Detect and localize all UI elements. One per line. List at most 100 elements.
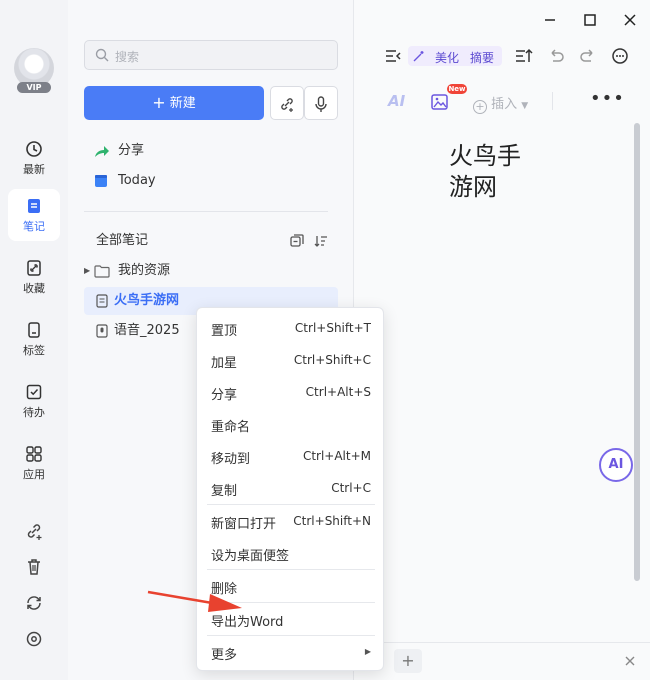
menu-item-pin[interactable]: 置顶 Ctrl+Shift+T [197, 312, 385, 344]
menu-item-shortcut: Ctrl+Shift+N [293, 514, 371, 528]
nav-rail: VIP 最新 笔记 收藏 标签 待办 应用 [0, 0, 68, 680]
menu-item-shortcut: Ctrl+Alt+S [305, 385, 371, 399]
menu-item-label: 置顶 [211, 324, 238, 339]
nav-favorites[interactable]: 收藏 [8, 251, 60, 303]
link-plus-icon[interactable] [23, 520, 45, 542]
close-icon[interactable] [621, 11, 639, 29]
nav-tags[interactable]: 标签 [8, 313, 60, 365]
plus-icon: + [152, 93, 166, 112]
sync-icon[interactable] [23, 592, 45, 614]
search-placeholder: 搜索 [115, 50, 140, 64]
magic-wand-icon [413, 51, 424, 62]
more-circle-icon[interactable] [611, 46, 629, 66]
nav-todo[interactable]: 待办 [8, 375, 60, 427]
menu-item-open-new-window[interactable]: 新窗口打开 Ctrl+Shift+N [197, 505, 385, 537]
clock-icon [26, 141, 42, 157]
checkbox-icon [26, 384, 42, 400]
menu-item-copy[interactable]: 复制 Ctrl+C [197, 472, 385, 504]
ai-assistant-button[interactable]: AI [599, 448, 633, 482]
menu-item-shortcut: Ctrl+Alt+M [302, 449, 371, 463]
trash-icon[interactable] [23, 556, 45, 578]
tag-icon [28, 322, 40, 338]
tree-item-resources[interactable]: ▶ 我的资源 [84, 257, 338, 285]
share-arrow-icon [95, 146, 109, 157]
doc-icon [96, 294, 108, 308]
sort-text-icon[interactable] [514, 46, 534, 66]
nav-label: 笔记 [23, 220, 45, 233]
calendar-note-icon [95, 175, 107, 187]
more-dots-icon[interactable]: ••• [590, 88, 625, 109]
beautify-label[interactable]: 美化 [435, 49, 459, 66]
context-menu: 置顶 Ctrl+Shift+T 加星 Ctrl+Shift+C 分享 Ctrl+Alt… [196, 307, 384, 671]
menu-item-shortcut: Ctrl+C [331, 481, 371, 495]
new-button-label: 新建 [169, 96, 196, 111]
sort-icon[interactable] [314, 234, 328, 248]
menu-item-label: 更多 [211, 648, 238, 663]
tree-item-label: 语音_2025 [114, 323, 180, 338]
settings-icon[interactable] [23, 628, 45, 650]
editor-scrollbar[interactable] [634, 123, 640, 581]
menu-item-label: 重命名 [211, 420, 251, 435]
menu-item-more[interactable]: 更多 ▶ [197, 636, 385, 668]
add-tab-button[interactable]: + [394, 649, 422, 673]
apps-icon [26, 446, 42, 462]
summary-label[interactable]: 摘要 [470, 49, 494, 66]
nav-label: 标签 [23, 344, 45, 357]
nav-apps[interactable]: 应用 [8, 437, 60, 489]
redo-icon[interactable] [579, 46, 597, 66]
collapse-all-icon[interactable] [290, 234, 304, 248]
image-ai-icon[interactable] [430, 92, 450, 112]
nav-notes[interactable]: 笔记 [8, 189, 60, 241]
new-note-button[interactable]: + 新建 [84, 86, 264, 120]
chevron-down-icon: ▼ [521, 101, 529, 111]
menu-item-label: 分享 [211, 388, 238, 403]
nav-label: 待办 [23, 406, 45, 419]
voice-doc-icon [96, 324, 108, 338]
shortcut-today[interactable]: Today [84, 167, 338, 195]
menu-item-move[interactable]: 移动到 Ctrl+Alt+M [197, 440, 385, 472]
tree-item-label: 我的资源 [118, 263, 171, 278]
menu-item-shortcut: Ctrl+Shift+T [294, 321, 371, 335]
voice-note-button[interactable] [304, 86, 338, 120]
add-link-button[interactable] [270, 86, 304, 120]
link-plus-icon [281, 98, 293, 112]
insert-button[interactable]: + 插入 ▼ [473, 93, 529, 114]
menu-item-label: 设为桌面便签 [211, 549, 290, 564]
divider [84, 211, 328, 212]
minimize-icon[interactable] [541, 11, 559, 29]
undo-icon[interactable] [547, 46, 565, 66]
insert-label: 插入 [491, 97, 518, 112]
title-line: 游网 [449, 173, 497, 201]
nav-label: 应用 [23, 468, 45, 481]
link-icon [27, 260, 41, 276]
menu-item-star[interactable]: 加星 Ctrl+Shift+C [197, 344, 385, 376]
menu-item-label: 新窗口打开 [211, 517, 277, 532]
annotation-arrow-icon [147, 590, 242, 612]
menu-item-desktop-sticky[interactable]: 设为桌面便签 [197, 537, 385, 569]
search-icon [95, 48, 109, 62]
note-icon [28, 199, 40, 213]
vip-badge: VIP [17, 82, 51, 93]
close-bar-icon[interactable] [623, 654, 637, 668]
microphone-icon [315, 96, 327, 112]
beautify-summary-group[interactable]: 美化 摘要 [408, 46, 502, 66]
menu-item-rename[interactable]: 重命名 [197, 408, 385, 440]
menu-item-label: 加星 [211, 356, 238, 371]
nav-latest[interactable]: 最新 [8, 132, 60, 184]
shortcut-share[interactable]: 分享 [84, 137, 338, 165]
expand-caret-icon[interactable]: ▶ [84, 257, 90, 285]
shortcut-label: 分享 [118, 143, 145, 158]
note-title[interactable]: 火鸟手 游网 [449, 141, 569, 203]
tree-item-label: 火鸟手游网 [114, 293, 180, 308]
nav-label: 最新 [23, 163, 45, 176]
plus-circle-icon: + [473, 100, 487, 114]
submenu-arrow-icon: ▶ [364, 647, 371, 656]
shortcut-label: Today [118, 173, 156, 188]
menu-item-share[interactable]: 分享 Ctrl+Alt+S [197, 376, 385, 408]
ai-tool-button[interactable]: AI [388, 92, 405, 110]
maximize-icon[interactable] [581, 11, 599, 29]
collapse-sidebar-icon[interactable] [384, 46, 402, 66]
search-input[interactable]: 搜索 [84, 40, 338, 70]
all-notes-header[interactable]: 全部笔记 [84, 227, 338, 255]
menu-item-shortcut: Ctrl+Shift+C [293, 353, 371, 367]
